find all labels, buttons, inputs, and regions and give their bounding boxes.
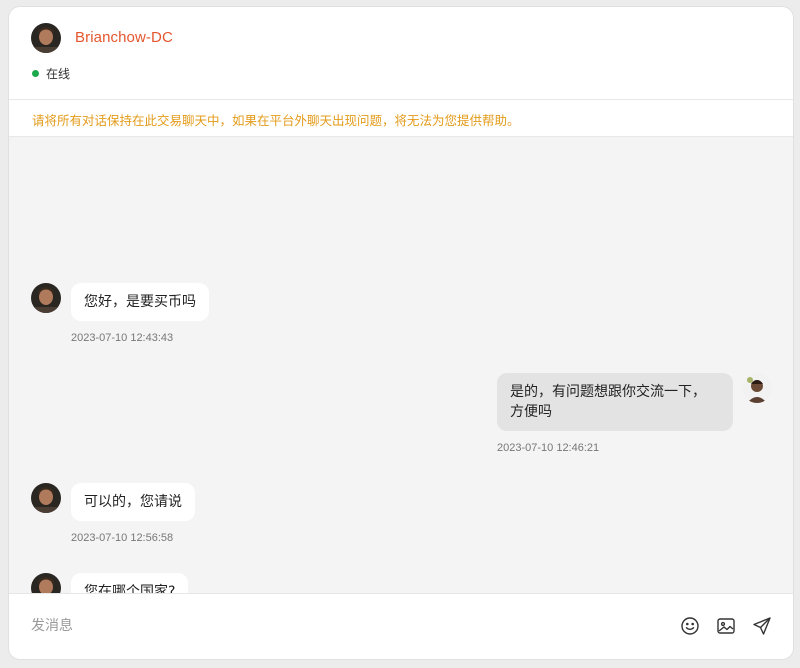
message-bubble-outgoing: 是的，有问题想跟你交流一下， 方便吗 [497, 373, 733, 431]
message-line: 方便吗 [510, 404, 552, 420]
contact-avatar[interactable] [31, 283, 61, 313]
contact-avatar[interactable] [31, 573, 61, 593]
contact-name[interactable]: Brianchow-DC [75, 29, 173, 46]
message-bubble: 您在哪个国家? [71, 573, 189, 593]
online-status-text: 在线 [46, 67, 71, 81]
message-time: 2023-07-10 12:46:21 [497, 442, 600, 454]
send-icon[interactable] [752, 616, 772, 636]
message-list[interactable]: 您好，是要买币吗 2023-07-10 12:43:43 是的，有问题想跟你交流… [9, 137, 793, 593]
message-time: 2023-07-10 12:56:58 [71, 532, 174, 544]
emoji-icon[interactable] [680, 616, 700, 636]
online-status-dot [32, 70, 39, 77]
contact-avatar[interactable] [31, 483, 61, 513]
chat-header: Brianchow-DC 在线 [9, 7, 793, 100]
message-bubble: 您好，是要买币吗 [71, 283, 209, 321]
image-icon[interactable] [716, 616, 736, 636]
contact-avatar[interactable] [31, 23, 61, 53]
message-line: 是的，有问题想跟你交流一下， [510, 384, 706, 400]
message-time: 2023-07-10 12:43:43 [71, 332, 174, 344]
message-input[interactable] [31, 614, 651, 638]
message-bubble: 可以的，您请说 [71, 483, 195, 521]
my-avatar[interactable] [742, 373, 772, 403]
message-composer [9, 593, 793, 659]
chat-window: Brianchow-DC 在线 请将所有对话保持在此交易聊天中，如果在平台外聊天… [8, 6, 794, 660]
warning-banner: 请将所有对话保持在此交易聊天中，如果在平台外聊天出现问题，将无法为您提供帮助。 [9, 100, 793, 137]
